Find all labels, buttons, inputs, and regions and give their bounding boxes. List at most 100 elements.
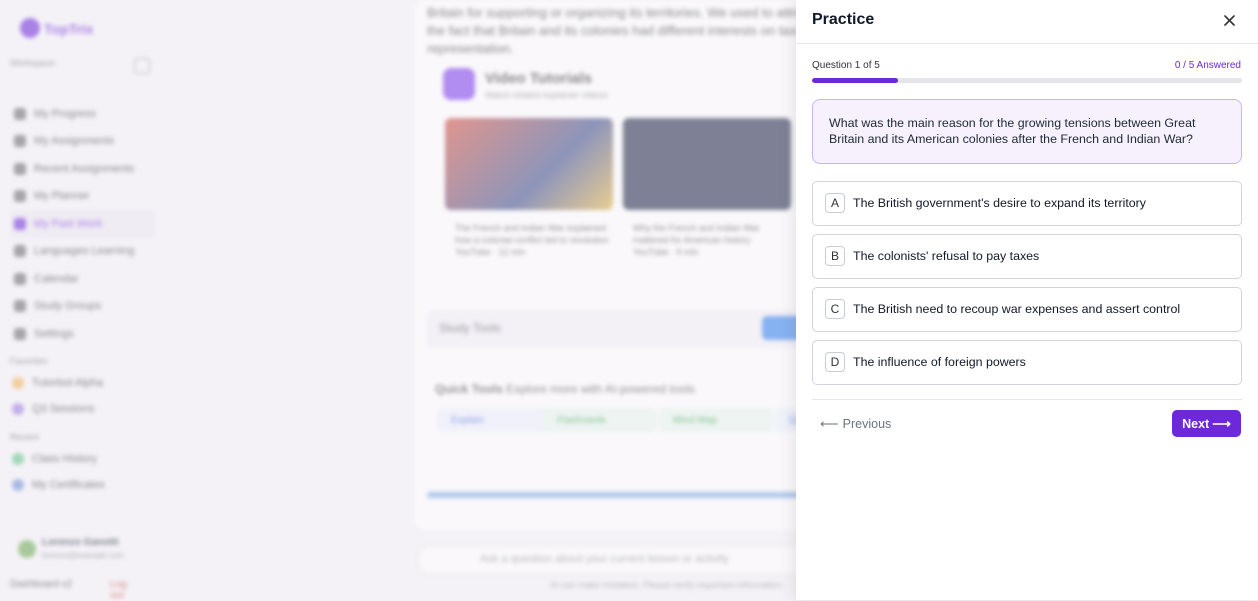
- recent-item[interactable]: My Certificates: [12, 479, 105, 491]
- quick-tools-label: Quick Tools: [435, 382, 503, 396]
- video-card-text[interactable]: Why the French and Indian War mattered f…: [633, 222, 793, 258]
- sidebar-footer: Dashboard v2 Log out: [10, 579, 127, 601]
- sidebar-item-settings[interactable]: Settings: [10, 320, 155, 348]
- recent-label: Recent: [10, 432, 39, 442]
- answered-counter: 0 / 5 Answered: [1174, 60, 1241, 71]
- sidebar-item-label: Languages Learning: [34, 245, 135, 258]
- close-icon: [1223, 15, 1235, 26]
- ai-disclaimer: AI can make mistakes. Please verify impo…: [550, 580, 785, 590]
- next-button[interactable]: Next ⟶: [1172, 410, 1241, 437]
- chart-icon: [14, 107, 26, 120]
- quick-tools-header: Quick Tools Explore more with AI-powered…: [435, 382, 695, 396]
- avatar: [18, 540, 36, 558]
- sidebar-item-label: My Progress: [34, 107, 96, 120]
- planner-icon: [14, 190, 26, 203]
- chat-placeholder: Ask a question about your current lesson…: [480, 553, 729, 565]
- quick-tool-chip[interactable]: Flashcards: [543, 408, 657, 432]
- sidebar-item-label: My Planner: [34, 190, 90, 203]
- previous-button[interactable]: ⟵ Previous: [820, 416, 891, 432]
- gear-icon: [14, 327, 26, 340]
- option-letter: C: [825, 299, 845, 319]
- answer-option-b[interactable]: B The colonists' refusal to pay taxes: [812, 234, 1242, 279]
- favorites-label: Favorites: [10, 356, 48, 366]
- bot-icon: [12, 377, 24, 389]
- quick-tool-chip[interactable]: Explain: [437, 408, 551, 432]
- clipboard-icon: [14, 135, 26, 148]
- panel-header: Practice: [796, 0, 1258, 44]
- video-title: Why the French and Indian War mattered f…: [633, 223, 760, 245]
- folder-icon: [14, 217, 26, 230]
- logout-button[interactable]: Log out: [110, 579, 127, 601]
- list-icon: [14, 162, 26, 175]
- panel-title: Practice: [812, 11, 875, 28]
- sidebar-nav: My Progress My Assignments Recent Assign…: [10, 100, 155, 348]
- sidebar-item-label: Calendar: [34, 272, 79, 285]
- favorite-item[interactable]: Q3 Sessions: [12, 403, 94, 415]
- sidebar-item-assignments[interactable]: My Assignments: [10, 128, 155, 156]
- footer-label: Dashboard v2: [10, 579, 73, 590]
- globe-icon: [14, 245, 26, 258]
- sidebar-item-label: Recent Assignments: [34, 162, 135, 175]
- sidebar-collapse-icon[interactable]: [134, 58, 150, 74]
- option-text: The British government's desire to expan…: [853, 196, 1146, 210]
- certificate-icon: [12, 479, 24, 491]
- user-profile[interactable]: Lorenzo Ganotti lorenzo@example.com: [10, 532, 155, 566]
- sidebar-item-label: Settings: [34, 327, 74, 340]
- favorite-item-label: Q3 Sessions: [32, 403, 95, 415]
- question-card: What was the main reason for the growing…: [812, 99, 1242, 164]
- quick-tools-subtitle: Explore more with AI-powered tools: [506, 382, 695, 396]
- favorite-item[interactable]: Tutorbot Alpha: [12, 377, 103, 389]
- video-thumbnail[interactable]: [623, 118, 791, 210]
- option-text: The colonists' refusal to pay taxes: [853, 249, 1040, 263]
- question-text: What was the main reason for the growing…: [829, 116, 1196, 146]
- logo-mark-icon: [20, 18, 40, 38]
- video-section-subtitle: Watch related explainer videos: [485, 90, 608, 100]
- session-icon: [12, 403, 24, 415]
- question-counter: Question 1 of 5: [812, 60, 880, 71]
- video-meta: YouTube · 12 min: [455, 247, 526, 257]
- sidebar-item-calendar[interactable]: Calendar: [10, 265, 155, 293]
- sidebar-section-label: Workspace: [10, 58, 55, 68]
- previous-label: Previous: [842, 417, 892, 431]
- sidebar-item-languages[interactable]: Languages Learning: [10, 238, 155, 266]
- arrow-right-icon: ⟶: [1212, 415, 1231, 431]
- video-icon: [443, 68, 475, 100]
- question-progress-bar: [812, 78, 1242, 83]
- video-meta: YouTube · 9 min: [633, 247, 699, 257]
- sidebar-item-progress[interactable]: My Progress: [10, 100, 155, 128]
- calendar-icon: [14, 272, 26, 285]
- logo-text: TopTrix: [44, 21, 94, 37]
- recent-item-label: My Certificates: [32, 479, 105, 491]
- sidebar-item-label: My Assignments: [34, 135, 115, 148]
- video-section-title: Video Tutorials: [485, 70, 592, 87]
- video-thumbnail[interactable]: [445, 118, 613, 210]
- user-email: lorenzo@example.com: [42, 551, 124, 560]
- video-card-text[interactable]: The French and Indian War explained: how…: [455, 222, 615, 258]
- history-icon: [12, 453, 24, 465]
- option-text: The British need to recoup war expenses …: [853, 302, 1181, 316]
- option-letter: D: [825, 352, 845, 372]
- sidebar-item-past-work[interactable]: My Past Work: [10, 210, 155, 238]
- close-button[interactable]: [1218, 11, 1240, 31]
- recent-item-label: Class History: [32, 453, 97, 465]
- video-title: The French and Indian War explained: how…: [455, 223, 609, 245]
- study-tools-label: Study Tools: [439, 321, 501, 335]
- sidebar-item-label: Study Groups: [34, 300, 102, 313]
- chat-input[interactable]: Ask a question about your current lesson…: [417, 545, 809, 575]
- sidebar: TopTrix Workspace My Progress My Assignm…: [0, 0, 166, 601]
- sidebar-item-label: My Past Work: [34, 217, 103, 230]
- sidebar-item-planner[interactable]: My Planner: [10, 183, 155, 211]
- quick-tool-chip[interactable]: Mind Map: [659, 408, 773, 432]
- user-name: Lorenzo Ganotti: [42, 537, 119, 548]
- answer-option-c[interactable]: C The British need to recoup war expense…: [812, 287, 1242, 332]
- app-logo[interactable]: TopTrix: [20, 18, 96, 40]
- sidebar-item-study-groups[interactable]: Study Groups: [10, 293, 155, 321]
- recent-item[interactable]: Class History: [12, 453, 97, 465]
- answer-option-a[interactable]: A The British government's desire to exp…: [812, 181, 1242, 226]
- arrow-left-icon: ⟵: [820, 416, 839, 431]
- sidebar-item-recent-assignments[interactable]: Recent Assignments: [10, 155, 155, 183]
- practice-panel: Practice Question 1 of 5 0 / 5 Answered …: [796, 0, 1258, 600]
- answer-option-d[interactable]: D The influence of foreign powers: [812, 340, 1242, 385]
- footer-divider: [812, 399, 1242, 400]
- question-progress-fill: [812, 78, 898, 83]
